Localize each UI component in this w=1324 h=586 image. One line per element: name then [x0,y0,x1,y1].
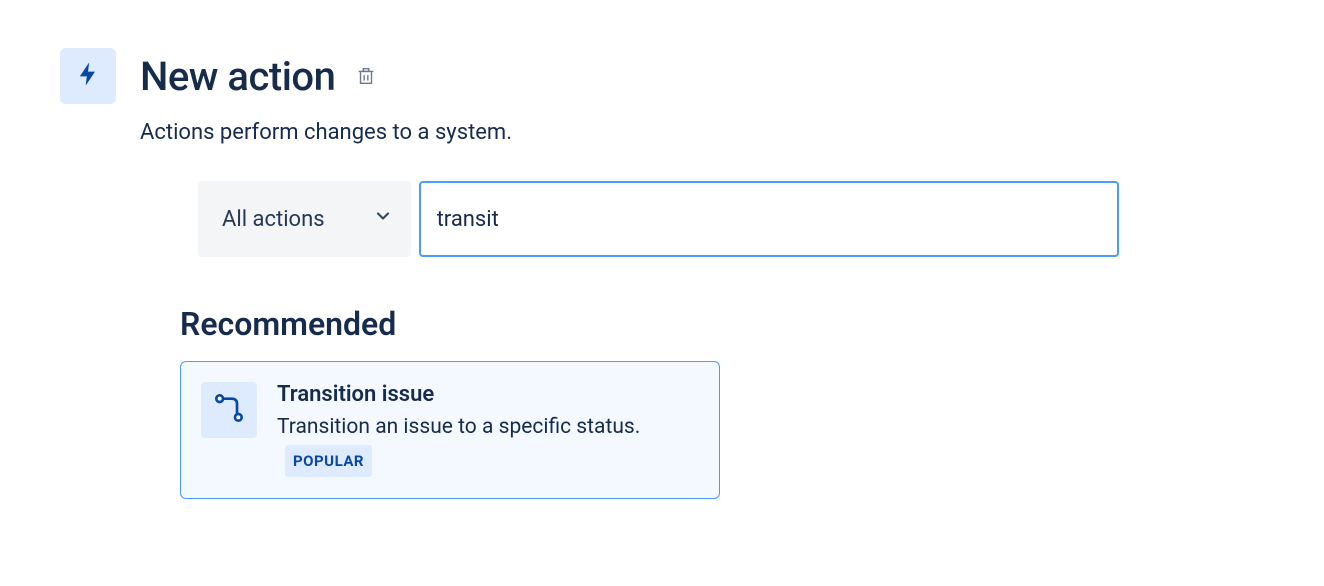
card-icon-box [201,382,257,438]
card-description: Transition an issue to a specific status… [277,411,699,478]
dropdown-label: All actions [222,207,325,232]
section-heading: Recommended [180,305,1264,343]
popular-badge: POPULAR [285,445,372,477]
card-description-text: Transition an issue to a specific status… [277,415,640,439]
search-input[interactable] [419,181,1119,257]
bolt-icon [74,60,102,92]
result-card-transition-issue[interactable]: Transition issue Transition an issue to … [180,361,720,499]
delete-icon[interactable] [355,65,377,87]
header-row: New action [60,48,1264,104]
action-icon-box [60,48,116,104]
content-column: Actions perform changes to a system. All… [140,120,1264,499]
actions-category-dropdown[interactable]: All actions [198,181,411,257]
chevron-down-icon [373,206,393,232]
transition-icon [213,392,245,428]
card-body: Transition issue Transition an issue to … [277,382,699,478]
filter-row: All actions [198,181,1264,257]
subtitle: Actions perform changes to a system. [140,120,1264,145]
card-title: Transition issue [277,382,699,407]
page-title: New action [140,53,335,100]
